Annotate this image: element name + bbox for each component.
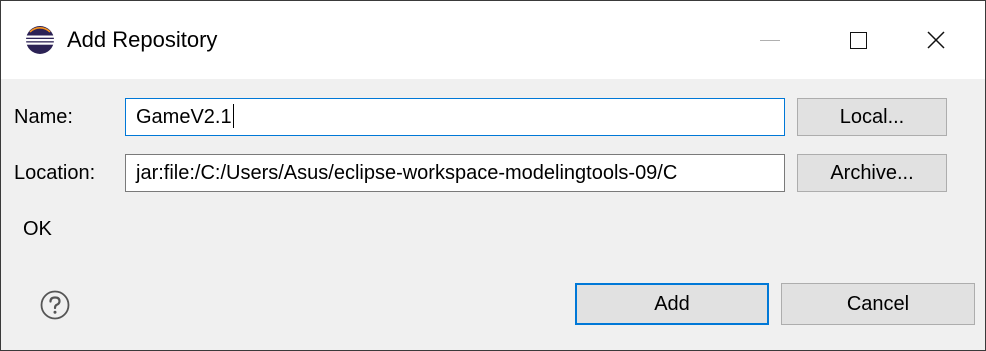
name-input-value: GameV2.1	[136, 106, 232, 128]
close-icon	[927, 31, 945, 49]
add-repository-dialog: Add Repository Name: GameV2.1 Local... L…	[0, 0, 986, 351]
status-message: OK	[23, 218, 52, 240]
location-input-value: jar:file:/C:/Users/Asus/eclipse-workspac…	[136, 162, 678, 184]
text-caret	[232, 104, 234, 129]
minimize-button[interactable]	[721, 1, 819, 79]
local-button[interactable]: Local...	[797, 98, 947, 136]
cancel-button[interactable]: Cancel	[781, 283, 975, 325]
name-label: Name:	[14, 106, 73, 128]
location-label: Location:	[14, 162, 96, 184]
location-input[interactable]: jar:file:/C:/Users/Asus/eclipse-workspac…	[125, 154, 785, 192]
maximize-icon	[849, 31, 867, 49]
close-button[interactable]	[887, 1, 985, 79]
help-icon[interactable]	[39, 289, 71, 321]
title-bar: Add Repository	[1, 1, 985, 79]
dialog-title: Add Repository	[67, 27, 218, 52]
name-input[interactable]: GameV2.1	[125, 98, 785, 136]
archive-button[interactable]: Archive...	[797, 154, 947, 192]
add-button[interactable]: Add	[575, 283, 769, 325]
minimize-icon	[760, 39, 780, 41]
eclipse-logo-icon	[26, 26, 54, 54]
